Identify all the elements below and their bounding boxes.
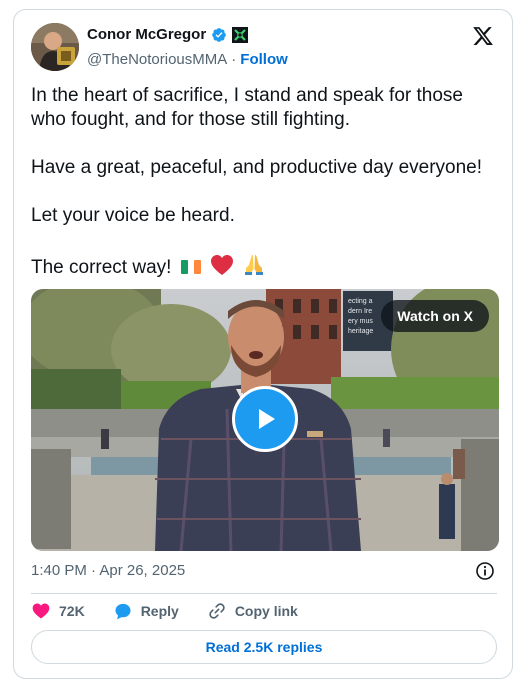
copy-link-label: Copy link [234,603,298,619]
author-handle[interactable]: @TheNotoriousMMA [87,51,227,68]
svg-text:ery mus: ery mus [348,318,373,325]
svg-text:heritage: heritage [348,328,373,335]
link-icon [209,603,225,619]
watch-on-x-button[interactable]: Watch on X [381,300,489,332]
svg-text:dern Ire: dern Ire [348,308,372,315]
action-bar: 72K Reply Copy link [31,600,326,622]
irish-flag-icon [180,258,202,283]
tweet-paragraph: In the heart of sacrifice, I stand and s… [31,85,463,130]
reply-bubble-icon [115,603,131,620]
like-button[interactable]: 72K [31,601,85,621]
tweet-paragraph: Let your voice be heard. [31,205,235,226]
play-icon [259,409,275,429]
author-name[interactable]: Conor McGregor [87,26,206,43]
info-icon[interactable] [475,561,495,581]
x-logo-icon[interactable] [472,25,494,47]
reply-label: Reply [140,603,179,619]
reply-button[interactable]: Reply [113,601,179,621]
author-avatar[interactable] [31,23,79,71]
read-replies-button[interactable]: Read 2.5K replies [31,630,497,664]
handle-separator: · [231,51,237,68]
tweet-card: Conor McGregor @TheNotoriousMMA · Follow… [13,9,513,679]
tweet-text: In the heart of sacrifice, I stand and s… [31,84,501,307]
play-button[interactable] [232,386,298,452]
svg-text:ecting a: ecting a [348,298,373,305]
tweet-paragraph-last: The correct way! [31,252,501,283]
red-heart-icon [210,254,234,283]
video-player[interactable]: ecting a dern Ire ery mus heritage Watch… [31,289,499,551]
follow-button[interactable]: Follow [240,51,288,68]
divider [31,593,497,594]
tweet-paragraph: The correct way! [31,257,172,278]
heart-icon [32,603,50,619]
avatar-image [31,23,79,71]
verified-badge-icon [211,27,227,43]
copy-link-button[interactable]: Copy link [207,601,298,621]
affiliate-badge-icon [232,26,249,43]
tweet-timestamp[interactable]: 1:40 PM · Apr 26, 2025 [31,562,185,579]
like-count: 72K [59,603,85,619]
tweet-paragraph: Have a great, peaceful, and productive d… [31,157,483,178]
folded-hands-icon [242,252,266,283]
